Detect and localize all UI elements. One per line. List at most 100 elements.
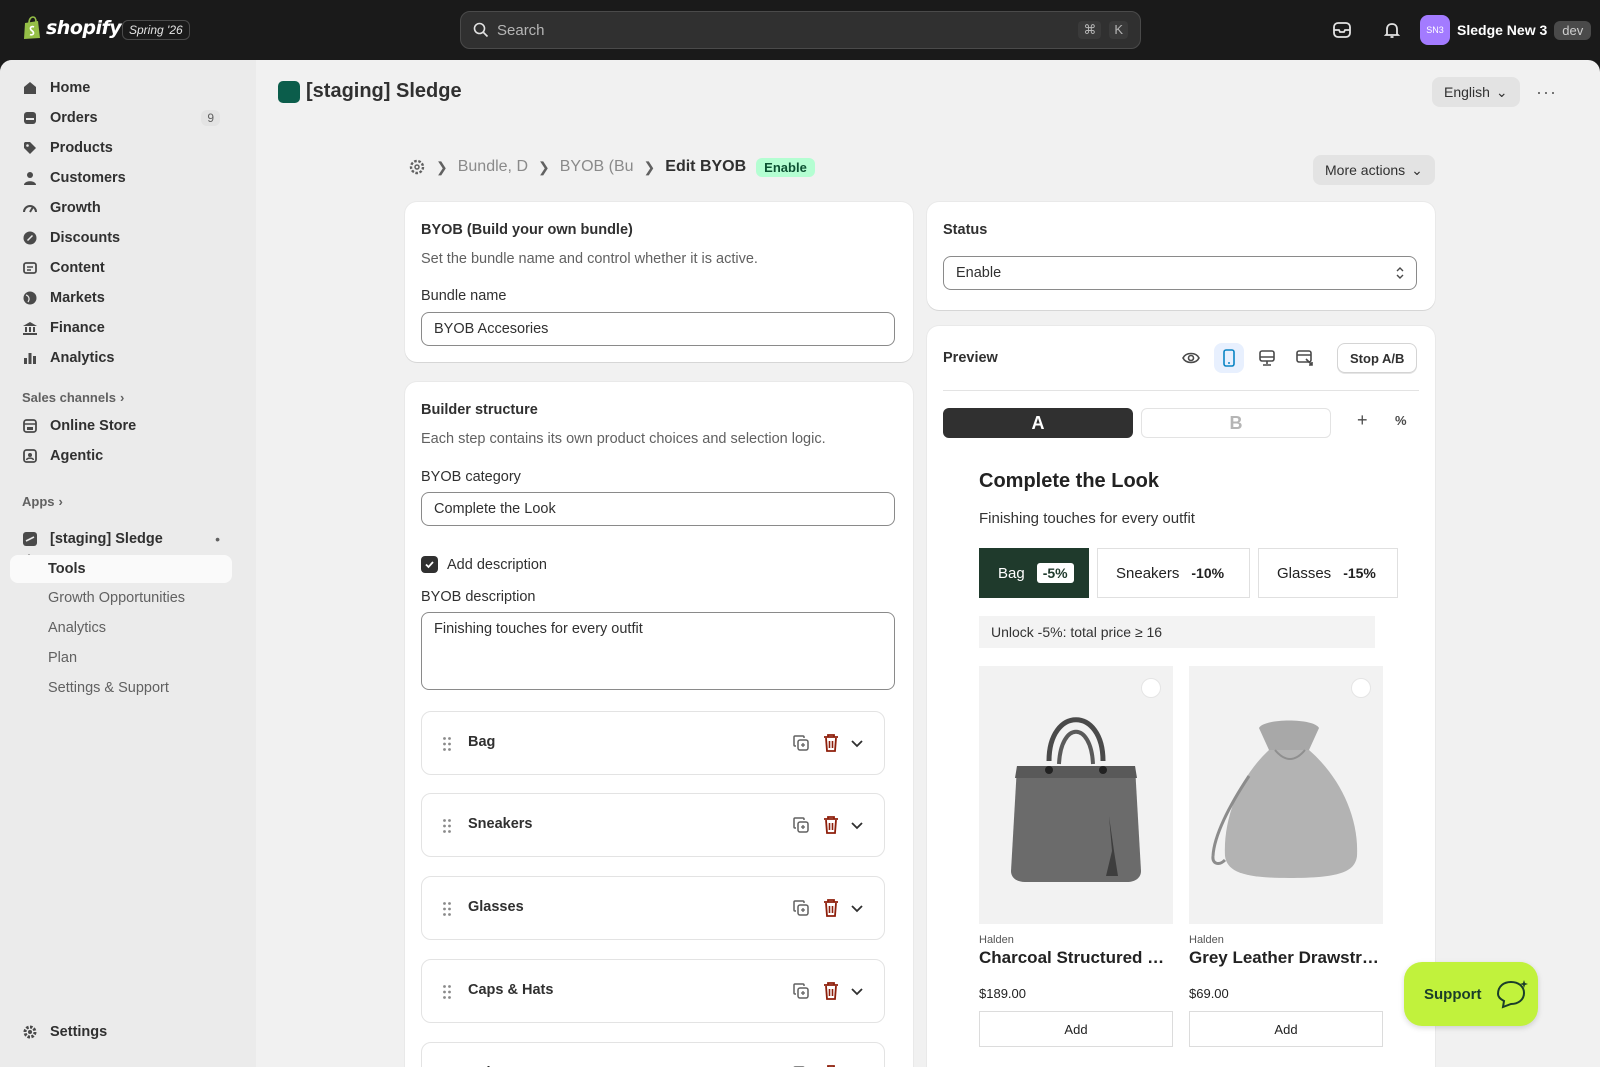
chevron-down-icon[interactable]	[850, 818, 864, 832]
stop-ab-button[interactable]: Stop A/B	[1337, 343, 1418, 373]
delete-icon[interactable]	[822, 981, 840, 1001]
sidebar-subitem-growth-opportunities[interactable]: Growth Opportunities	[10, 584, 232, 612]
step-row[interactable]: Caps & Hats	[421, 959, 885, 1023]
sledge-app-icon	[23, 532, 37, 546]
step-row[interactable]: Glasses	[421, 876, 885, 940]
add-description-label[interactable]: Add description	[447, 557, 547, 573]
sidebar-item-finance[interactable]: Finance	[10, 314, 232, 342]
section-heading-label: Apps	[22, 494, 55, 509]
step-row[interactable]: Belts	[421, 1042, 885, 1067]
variant-b-tab[interactable]: B	[1141, 408, 1331, 438]
delete-icon[interactable]	[822, 898, 840, 918]
tab-label: Bag	[998, 564, 1025, 582]
traffic-split-icon[interactable]: %	[1395, 413, 1407, 428]
add-variant-icon[interactable]: +	[1357, 410, 1368, 431]
preview-tab-bag[interactable]: Bag -5%	[979, 548, 1089, 598]
sidebar-item-content[interactable]: Content	[10, 254, 232, 282]
search-bar[interactable]: Search ⌘ K	[460, 11, 1141, 49]
shopify-logo[interactable]: shopify	[22, 16, 122, 40]
product-image-tote[interactable]	[979, 666, 1173, 924]
step-row[interactable]: Bag	[421, 711, 885, 775]
breadcrumb: ❯ Bundle, D ❯ BYOB (Bu ❯ Edit BYOB Enabl…	[408, 154, 815, 180]
preview-mobile-button[interactable]	[1214, 343, 1244, 373]
settings-gear-icon[interactable]	[408, 158, 426, 176]
support-button[interactable]: Support	[1404, 962, 1538, 1026]
divider	[943, 390, 1419, 391]
sidebar-item-growth[interactable]: Growth	[10, 194, 232, 222]
tab-label: Sneakers	[1116, 564, 1180, 582]
bell-icon[interactable]	[1380, 18, 1404, 42]
variant-a-tab[interactable]: A	[943, 408, 1133, 438]
preview-eye-button[interactable]	[1176, 343, 1206, 373]
chevron-right-icon: ›	[58, 494, 63, 509]
preview-card: Preview Stop A/B A B + % Complete the Lo…	[927, 326, 1435, 1067]
sidebar-subitem-tools[interactable]: Tools	[10, 555, 232, 583]
description-value: Finishing touches for every outfit	[434, 621, 643, 637]
sidebar-item-products[interactable]: Products	[10, 134, 232, 162]
sidebar-item-markets[interactable]: Markets	[10, 284, 232, 312]
chevron-right-icon: ❯	[538, 158, 550, 175]
sidebar-subitem-analytics[interactable]: Analytics	[10, 614, 232, 642]
drag-handle-icon[interactable]	[442, 736, 452, 752]
inbox-icon[interactable]	[1330, 18, 1354, 42]
sidebar-item-customers[interactable]: Customers	[10, 164, 232, 192]
status-select[interactable]: Enable	[943, 256, 1417, 290]
more-actions-button[interactable]: More actions ⌄	[1313, 155, 1435, 185]
product-price: $69.00	[1189, 986, 1229, 1001]
chevron-down-icon: ⌄	[1495, 83, 1508, 100]
product-name[interactable]: Grey Leather Drawstring Bag	[1189, 948, 1383, 968]
sidebar-item-orders[interactable]: Orders 9	[10, 104, 232, 132]
drag-handle-icon[interactable]	[442, 818, 452, 834]
duplicate-icon[interactable]	[792, 899, 810, 917]
sidebar-item-agentic[interactable]: Agentic	[10, 442, 232, 470]
preview-tab-sneakers[interactable]: Sneakers -10%	[1097, 548, 1250, 598]
product-card: Halden Grey Leather Drawstring Bag $69.0…	[1189, 666, 1383, 1047]
bank-icon	[23, 322, 37, 335]
preview-tab-glasses[interactable]: Glasses -15%	[1258, 548, 1398, 598]
preview-theme-button[interactable]	[1290, 343, 1320, 373]
add-description-checkbox[interactable]	[421, 556, 438, 573]
product-select-radio[interactable]	[1141, 678, 1161, 698]
category-input[interactable]: Complete the Look	[421, 492, 895, 526]
chevron-down-icon[interactable]	[850, 901, 864, 915]
product-name[interactable]: Charcoal Structured Tote	[979, 948, 1173, 968]
duplicate-icon[interactable]	[792, 982, 810, 1000]
sidebar-subitem-settings-support[interactable]: Settings & Support	[10, 674, 232, 702]
delete-icon[interactable]	[822, 733, 840, 753]
more-actions-label: More actions	[1325, 162, 1406, 178]
sidebar-item-label: Analytics	[50, 350, 115, 366]
sidebar-item-label: Growth Opportunities	[48, 590, 186, 606]
breadcrumb-byob[interactable]: BYOB (Bu	[560, 158, 634, 176]
sidebar-item-analytics[interactable]: Analytics	[10, 344, 232, 372]
step-row[interactable]: Sneakers	[421, 793, 885, 857]
drag-handle-icon[interactable]	[442, 901, 452, 917]
sidebar-item-home[interactable]: Home	[10, 74, 232, 102]
store-switcher[interactable]: SN3 Sledge New 3 dev	[1420, 15, 1592, 45]
drag-handle-icon[interactable]	[442, 984, 452, 1000]
add-product-button[interactable]: Add	[1189, 1011, 1383, 1047]
sidebar-item-sledge-app[interactable]: [staging] Sledge •	[10, 525, 232, 553]
sidebar-item-online-store[interactable]: Online Store	[10, 412, 232, 440]
sidebar-item-label: Plan	[48, 650, 78, 666]
product-image-drawstring[interactable]	[1189, 666, 1383, 924]
store-name: Sledge New 3	[1457, 22, 1548, 38]
apps-heading[interactable]: Apps ›	[22, 494, 63, 509]
add-product-button[interactable]: Add	[979, 1011, 1173, 1047]
chevron-down-icon[interactable]	[850, 984, 864, 998]
sales-channels-heading[interactable]: Sales channels ›	[22, 390, 124, 405]
language-select[interactable]: English ⌄	[1432, 77, 1520, 107]
bundle-name-input[interactable]: BYOB Accesories	[421, 312, 895, 346]
duplicate-icon[interactable]	[792, 816, 810, 834]
sidebar-item-settings[interactable]: Settings	[10, 1018, 232, 1046]
duplicate-icon[interactable]	[792, 734, 810, 752]
sidebar-subitem-plan[interactable]: Plan	[10, 644, 232, 672]
breadcrumb-bundle[interactable]: Bundle, D	[458, 158, 528, 176]
sidebar-item-discounts[interactable]: Discounts	[10, 224, 232, 252]
preview-heading: Complete the Look	[979, 470, 1160, 492]
chevron-down-icon[interactable]	[850, 736, 864, 750]
more-options-icon[interactable]: ···	[1536, 82, 1557, 103]
product-select-radio[interactable]	[1351, 678, 1371, 698]
preview-desktop-button[interactable]	[1252, 343, 1282, 373]
delete-icon[interactable]	[822, 815, 840, 835]
description-textarea[interactable]: Finishing touches for every outfit	[421, 612, 895, 690]
